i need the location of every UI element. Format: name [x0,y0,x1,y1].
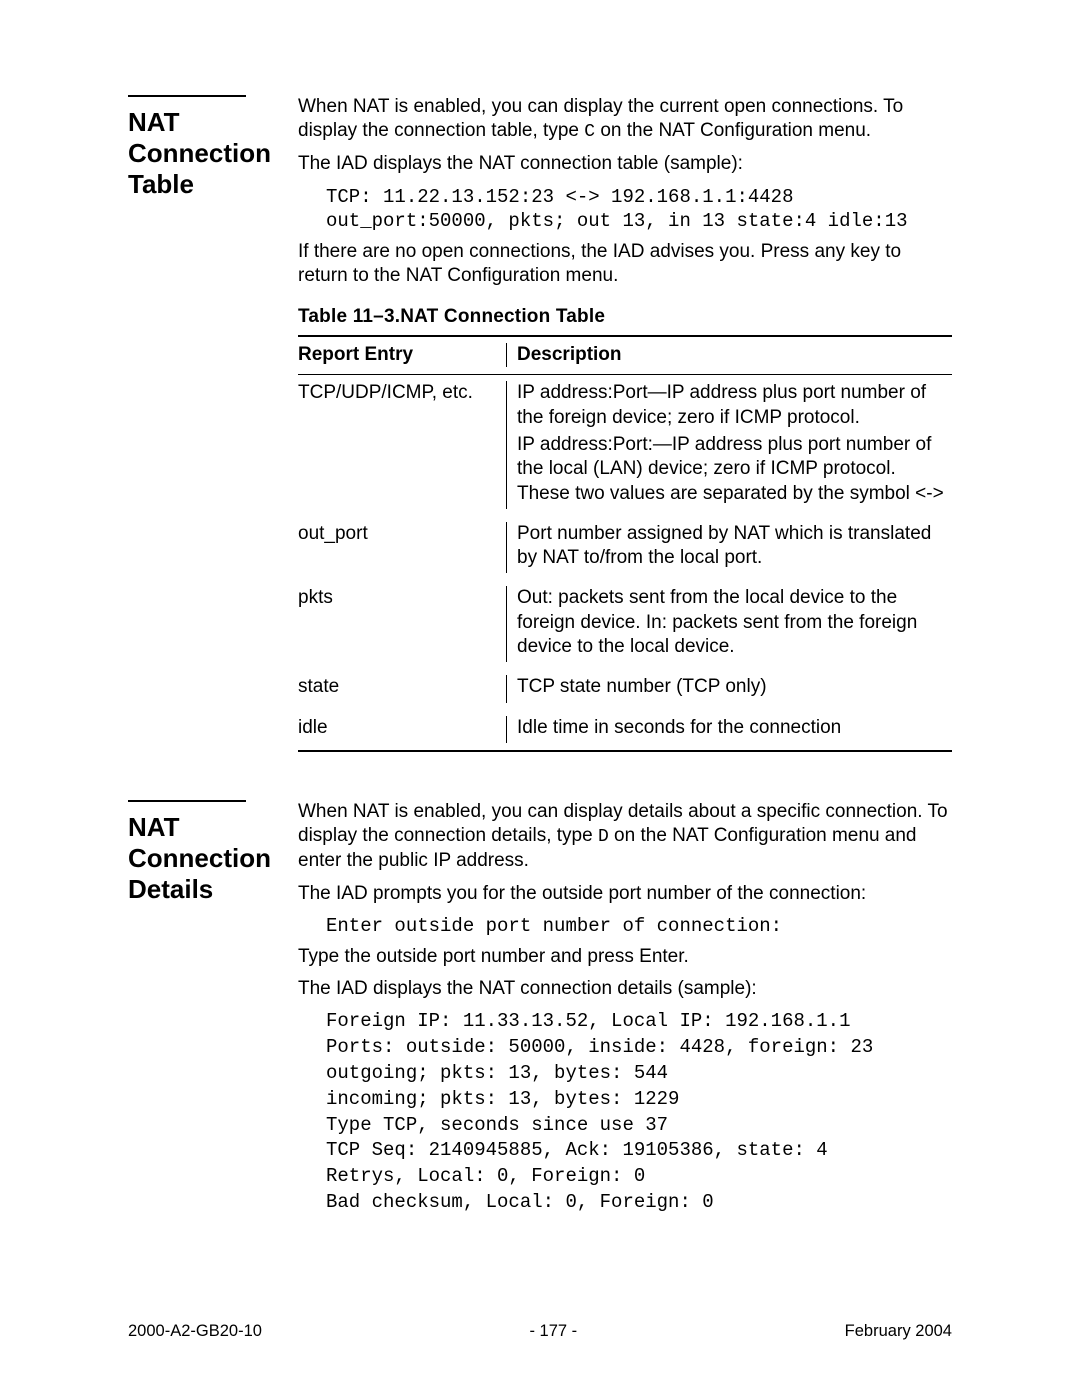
nat-connection-table: Report Entry Description TCP/UDP/ICMP, e… [298,335,952,752]
code-line: Retrys, Local: 0, Foreign: 0 [326,1165,645,1187]
text: Idle time in seconds for the connection [517,716,952,740]
table-caption: Table 11–3.NAT Connection Table [298,305,952,329]
text: on the NAT Configuration menu. [595,120,871,141]
code-line: outgoing; pkts: 13, bytes: 544 [326,1062,668,1084]
code-line: Foreign IP: 11.33.13.52, Local IP: 192.1… [326,1010,851,1032]
table-cell-entry: idle [298,716,506,743]
paragraph: Type the outside port number and press E… [298,945,952,969]
section-nat-connection-details: NAT Connection Details When NAT is enabl… [128,800,952,1222]
table-header-entry: Report Entry [298,343,506,367]
section-nat-connection-table: NAT Connection Table When NAT is enabled… [128,95,952,752]
main-column: When NAT is enabled, you can display det… [298,800,952,1222]
table-cell-entry: out_port [298,522,506,574]
inline-code: D [598,827,609,847]
code-line: Bad checksum, Local: 0, Foreign: 0 [326,1191,714,1213]
table-row: TCP/UDP/ICMP, etc. IP address:Port—IP ad… [298,375,952,516]
table-cell-description: Out: packets sent from the local device … [506,586,952,662]
code-line: TCP: 11.22.13.152:23 <-> 192.168.1.1:442… [326,186,793,208]
table-cell-entry: TCP/UDP/ICMP, etc. [298,381,506,509]
paragraph: The IAD prompts you for the outside port… [298,882,952,906]
side-rule [128,95,246,97]
table-cell-description: Port number assigned by NAT which is tra… [506,522,952,574]
table-number: Table 11–3. [298,306,400,327]
table-row: state TCP state number (TCP only) [298,669,952,709]
text: Port number assigned by NAT which is tra… [517,522,952,571]
code-line: incoming; pkts: 13, bytes: 1229 [326,1088,679,1110]
paragraph: When NAT is enabled, you can display det… [298,800,952,874]
section-heading: NAT Connection Details [128,812,292,906]
table-title: NAT Connection Table [400,306,605,327]
code-line: TCP Seq: 2140945885, Ack: 19105386, stat… [326,1139,828,1161]
sidebar-column: NAT Connection Details [128,800,292,1222]
footer-doc-id: 2000-A2-GB20-10 [128,1321,262,1342]
footer-date: February 2004 [845,1321,952,1342]
table-row: pkts Out: packets sent from the local de… [298,580,952,669]
table-row: out_port Port number assigned by NAT whi… [298,516,952,581]
side-rule [128,800,246,802]
inline-code: C [584,122,595,142]
code-block: Foreign IP: 11.33.13.52, Local IP: 192.1… [326,1009,952,1216]
code-line: Ports: outside: 50000, inside: 4428, for… [326,1036,873,1058]
table-cell-entry: pkts [298,586,506,662]
page-footer: 2000-A2-GB20-10 - 177 - February 2004 [0,1321,1080,1342]
table-header-row: Report Entry Description [298,337,952,375]
section-heading: NAT Connection Table [128,107,292,201]
footer-page-number: - 177 - [529,1321,577,1342]
paragraph: The IAD displays the NAT connection tabl… [298,152,952,176]
table-cell-description: TCP state number (TCP only) [506,675,952,702]
sidebar-column: NAT Connection Table [128,95,292,752]
text: TCP state number (TCP only) [517,675,952,699]
main-column: When NAT is enabled, you can display the… [298,95,952,752]
paragraph: When NAT is enabled, you can display the… [298,95,952,144]
document-page: NAT Connection Table When NAT is enabled… [0,0,1080,1397]
code-block: TCP: 11.22.13.152:23 <-> 192.168.1.1:442… [326,185,952,234]
code-line: Enter outside port number of connection: [326,915,782,937]
table-cell-description: IP address:Port—IP address plus port num… [506,381,952,509]
code-block: Enter outside port number of connection: [326,914,952,939]
table-cell-entry: state [298,675,506,702]
table-row: idle Idle time in seconds for the connec… [298,710,952,750]
code-line: out_port:50000, pkts; out 13, in 13 stat… [326,210,908,232]
paragraph: The IAD displays the NAT connection deta… [298,977,952,1001]
table-header-description: Description [506,343,952,367]
code-line: Type TCP, seconds since use 37 [326,1114,668,1136]
text: IP address:Port—IP address plus port num… [517,381,952,430]
paragraph: If there are no open connections, the IA… [298,240,952,289]
table-cell-description: Idle time in seconds for the connection [506,716,952,743]
text: IP address:Port:—IP address plus port nu… [517,433,952,506]
text: Out: packets sent from the local device … [517,586,952,659]
